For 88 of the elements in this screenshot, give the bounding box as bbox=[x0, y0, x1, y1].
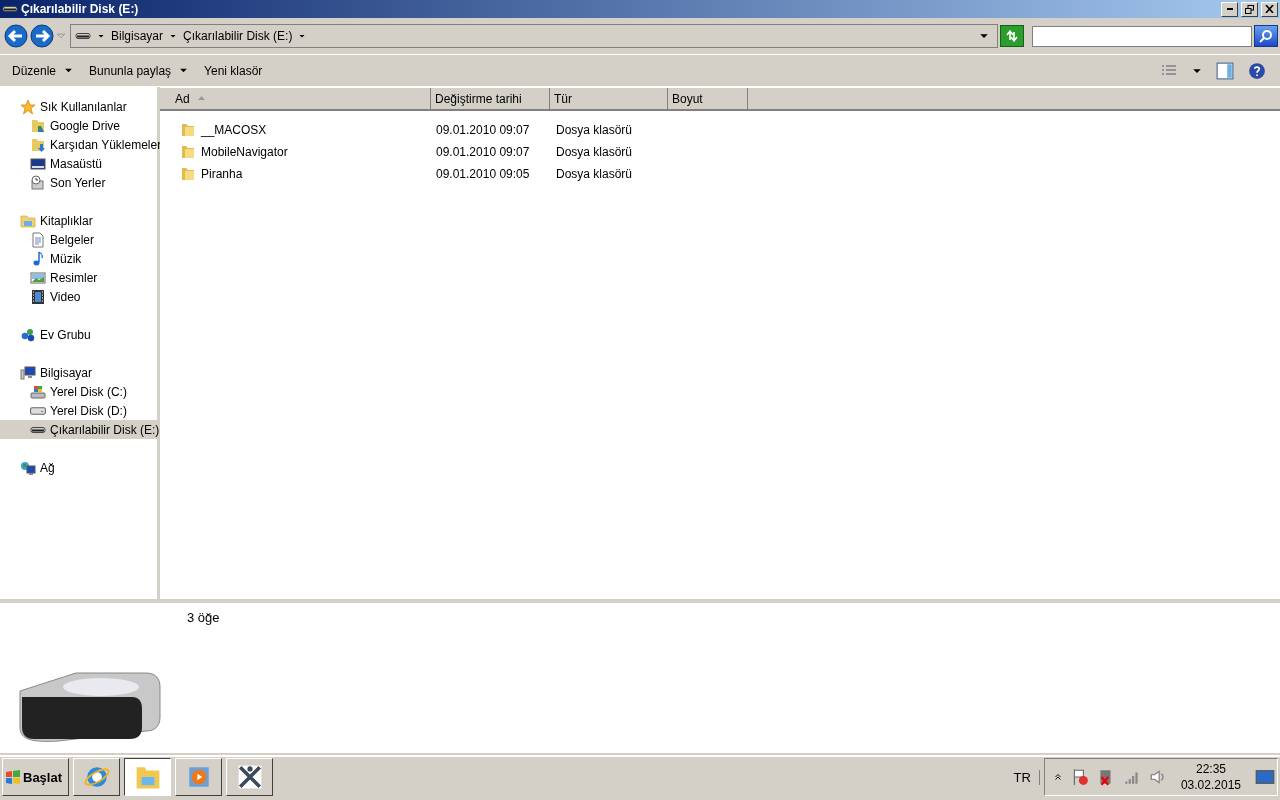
document-icon bbox=[30, 231, 46, 248]
sidebar-item[interactable]: Video bbox=[0, 287, 157, 306]
removable-drive-icon bbox=[75, 33, 91, 39]
close-button[interactable] bbox=[1261, 1, 1278, 17]
sidebar-item[interactable]: Ev Grubu bbox=[0, 325, 157, 344]
table-cell-text: 09.01.2010 09:05 bbox=[435, 167, 531, 181]
clock-date: 03.02.2015 bbox=[1180, 778, 1241, 792]
film-icon bbox=[30, 288, 46, 305]
close-icon bbox=[1265, 5, 1274, 13]
table-cell-text: Dosya klasörü bbox=[555, 145, 634, 159]
sidebar-item[interactable]: Kitaplıklar bbox=[0, 211, 157, 230]
preview-pane-icon[interactable] bbox=[1216, 61, 1234, 80]
caret-icon bbox=[97, 32, 105, 40]
breadcrumb-link[interactable]: Çıkarılabilir Disk (E:) bbox=[183, 29, 293, 43]
sidebar-item[interactable]: Çıkarılabilir Disk (E:) bbox=[0, 420, 157, 439]
caret-icon bbox=[64, 66, 74, 75]
caret-icon bbox=[169, 32, 178, 40]
folder-icon bbox=[180, 122, 196, 138]
windows-logo-icon bbox=[5, 769, 21, 785]
breadcrumb-link[interactable]: Bilgisayar bbox=[111, 29, 164, 43]
sidebar-item[interactable]: Yerel Disk (D:) bbox=[0, 401, 157, 420]
forward-button[interactable] bbox=[30, 24, 54, 48]
column-header[interactable]: Tür bbox=[550, 88, 668, 109]
sidebar-item[interactable]: Resimler bbox=[0, 268, 157, 287]
clock-time: 22:35 bbox=[1195, 762, 1226, 776]
library-icon bbox=[20, 212, 36, 229]
star-icon bbox=[20, 98, 36, 115]
sidebar-item[interactable]: Masaüstü bbox=[0, 154, 157, 173]
item-count: 3 öğe bbox=[187, 610, 220, 626]
search-button[interactable] bbox=[1254, 25, 1278, 47]
table-cell-text: 09.01.2010 09:07 bbox=[435, 123, 531, 137]
file-name-cell[interactable]: MobileNavigator bbox=[160, 144, 432, 160]
toolbar-button[interactable]: Düzenle bbox=[4, 59, 82, 82]
folder-icon bbox=[180, 166, 196, 182]
computer-icon bbox=[20, 364, 36, 381]
removable-drive-icon bbox=[2, 6, 18, 12]
start-button[interactable]: Başlat bbox=[2, 758, 69, 796]
person-icon bbox=[236, 764, 263, 790]
browser-icon bbox=[83, 764, 110, 790]
search-icon bbox=[1259, 29, 1273, 43]
file-name-cell[interactable]: __MACOSX bbox=[160, 122, 432, 138]
column-header[interactable]: Değiştirme tarihi bbox=[431, 88, 550, 109]
recent-places-icon bbox=[30, 174, 46, 191]
folder-icon bbox=[30, 117, 46, 134]
show-desktop-icon[interactable] bbox=[1255, 767, 1275, 787]
back-button[interactable] bbox=[4, 24, 28, 48]
sidebar-item[interactable]: Belgeler bbox=[0, 230, 157, 249]
caret-icon bbox=[298, 32, 307, 40]
system-drive-icon bbox=[30, 383, 46, 400]
refresh-button[interactable] bbox=[1000, 25, 1024, 47]
table-cell-text: 09.01.2010 09:07 bbox=[435, 145, 531, 159]
table-cell-text: Dosya klasörü bbox=[555, 167, 634, 181]
language-indicator[interactable]: TR bbox=[1013, 769, 1040, 785]
column-header[interactable]: Ad bbox=[160, 88, 431, 109]
removable-drive-icon bbox=[30, 426, 46, 433]
drive-icon bbox=[30, 406, 46, 415]
search-field[interactable] bbox=[1032, 25, 1252, 47]
minimize-icon bbox=[1226, 8, 1233, 10]
folder-icon bbox=[134, 764, 161, 790]
restore-button[interactable] bbox=[1241, 1, 1258, 17]
toolbar-button[interactable]: Yeni klasör bbox=[196, 59, 271, 82]
file-name-cell[interactable]: Piranha bbox=[160, 166, 432, 182]
sidebar-item[interactable]: Bilgisayar bbox=[0, 363, 157, 382]
restore-icon bbox=[1245, 4, 1254, 14]
caret-icon bbox=[179, 66, 189, 75]
network-icon bbox=[20, 459, 36, 476]
homegroup-icon bbox=[20, 326, 36, 343]
toolbar-button[interactable]: Bununla paylaş bbox=[81, 59, 197, 82]
speaker-icon[interactable] bbox=[1148, 768, 1167, 786]
address-bar[interactable]: Bilgisayar Çıkarılabilir Disk (E:) bbox=[70, 24, 998, 48]
column-header[interactable]: Boyut bbox=[668, 88, 748, 109]
download-folder-icon bbox=[30, 136, 46, 153]
removable-drive-icon bbox=[16, 671, 162, 743]
folder-icon bbox=[180, 144, 196, 160]
minimize-button[interactable] bbox=[1221, 1, 1238, 17]
help-icon[interactable] bbox=[1248, 61, 1266, 80]
picture-icon bbox=[30, 269, 46, 286]
refresh-icon bbox=[1004, 29, 1020, 43]
sidebar-item[interactable]: Ağ bbox=[0, 458, 157, 477]
table-cell-text: Dosya klasörü bbox=[555, 123, 634, 137]
taskbar-button[interactable] bbox=[124, 758, 171, 796]
sidebar-item[interactable]: Son Yerler bbox=[0, 173, 157, 192]
sidebar-item[interactable]: Google Drive bbox=[0, 116, 157, 135]
desktop-icon bbox=[30, 155, 46, 172]
sidebar-item[interactable]: Müzik bbox=[0, 249, 157, 268]
sidebar-item[interactable]: Yerel Disk (C:) bbox=[0, 382, 157, 401]
window-title: Çıkarılabilir Disk (E:) bbox=[21, 2, 140, 16]
sidebar-item[interactable]: Sık Kullanılanlar bbox=[0, 97, 157, 116]
